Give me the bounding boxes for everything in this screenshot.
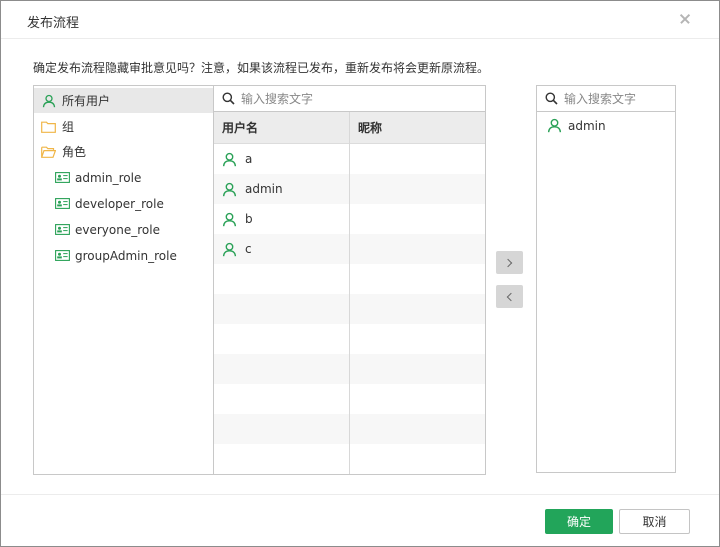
user-icon bbox=[222, 212, 237, 227]
add-to-selected-button[interactable] bbox=[496, 251, 523, 274]
user-icon bbox=[222, 242, 237, 257]
tree-item-all-users[interactable]: 所有用户 bbox=[34, 88, 213, 113]
confirm-button[interactable]: 确定 bbox=[545, 509, 613, 534]
selected-item[interactable]: admin bbox=[547, 118, 606, 133]
chevron-right-icon bbox=[503, 258, 513, 267]
cancel-button[interactable]: 取消 bbox=[619, 509, 690, 534]
role-card-icon bbox=[55, 172, 70, 183]
tree-item-admin-role[interactable]: admin_role bbox=[34, 165, 213, 190]
chevron-left-icon bbox=[506, 292, 516, 301]
tree-item-group[interactable]: 组 bbox=[34, 114, 213, 139]
user-icon bbox=[42, 94, 56, 108]
user-search-box bbox=[214, 86, 485, 112]
user-search-input[interactable] bbox=[241, 91, 461, 106]
user-icon bbox=[547, 118, 562, 133]
org-tree-panel: 所有用户 组 角色 admin_role developer_role ever… bbox=[33, 85, 214, 475]
tree-item-role[interactable]: 角色 bbox=[34, 139, 213, 164]
username-cell: b bbox=[245, 212, 253, 226]
tree-item-label: 角色 bbox=[62, 145, 87, 159]
username-cell: a bbox=[245, 152, 253, 166]
dialog-title: 发布流程 bbox=[27, 16, 80, 31]
tree-item-label: 组 bbox=[62, 120, 75, 134]
user-icon bbox=[222, 152, 237, 167]
tree-item-label: 所有用户 bbox=[62, 94, 111, 108]
confirm-message: 确定发布流程隐藏审批意见吗？注意，如果该流程已发布，重新发布将会更新原流程。 bbox=[33, 61, 490, 75]
tree-item-label: developer_role bbox=[75, 196, 164, 211]
column-header-username[interactable]: 用户名 bbox=[222, 112, 258, 144]
folder-open-icon bbox=[41, 146, 56, 158]
user-list-panel: 用户名 昵称 a admin b c bbox=[213, 85, 486, 475]
tree-item-label: groupAdmin_role bbox=[75, 248, 177, 263]
tree-item-everyone-role[interactable]: everyone_role bbox=[34, 217, 213, 242]
close-icon[interactable] bbox=[677, 11, 693, 27]
user-icon bbox=[222, 182, 237, 197]
tree-item-groupadmin-role[interactable]: groupAdmin_role bbox=[34, 243, 213, 268]
search-icon bbox=[545, 92, 558, 105]
remove-from-selected-button[interactable] bbox=[496, 285, 523, 308]
role-card-icon bbox=[55, 250, 70, 261]
tree-item-label: admin_role bbox=[75, 170, 142, 185]
publish-dialog: 发布流程 确定发布流程隐藏审批意见吗？注意，如果该流程已发布，重新发布将会更新原… bbox=[0, 0, 720, 547]
search-icon bbox=[222, 92, 235, 105]
footer-divider bbox=[1, 494, 719, 495]
column-header-nickname[interactable]: 昵称 bbox=[358, 112, 382, 144]
dialog-header: 发布流程 bbox=[1, 1, 719, 39]
role-card-icon bbox=[55, 198, 70, 209]
selected-item-label: admin bbox=[568, 118, 606, 133]
username-cell: admin bbox=[245, 182, 283, 196]
username-cell: c bbox=[245, 242, 252, 256]
folder-icon bbox=[41, 121, 56, 133]
role-card-icon bbox=[55, 224, 70, 235]
tree-item-label: everyone_role bbox=[75, 222, 160, 237]
selected-users-panel: admin bbox=[536, 85, 676, 473]
column-divider bbox=[349, 112, 350, 474]
tree-item-developer-role[interactable]: developer_role bbox=[34, 191, 213, 216]
selected-search-box bbox=[537, 86, 675, 112]
selected-search-input[interactable] bbox=[564, 91, 664, 106]
